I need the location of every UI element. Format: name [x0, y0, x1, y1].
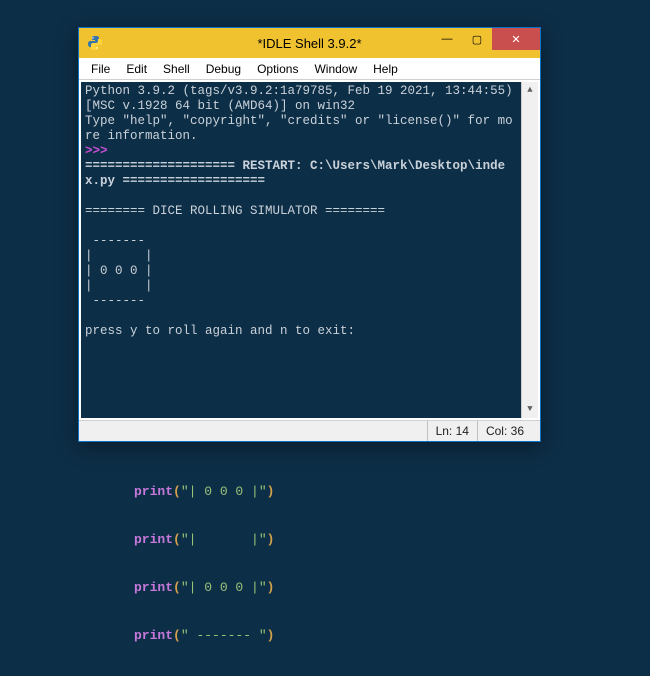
menu-help[interactable]: Help — [365, 60, 406, 78]
program-output: ======== DICE ROLLING SIMULATOR ========… — [85, 204, 385, 338]
vertical-scrollbar[interactable]: ▲ ▼ — [521, 82, 538, 418]
minimize-button[interactable]: — — [432, 28, 462, 50]
python-icon — [87, 35, 103, 51]
menu-window[interactable]: Window — [306, 60, 365, 78]
menu-file[interactable]: File — [83, 60, 118, 78]
status-column: Col: 36 — [477, 421, 532, 441]
statusbar: Ln: 14 Col: 36 — [79, 420, 540, 441]
close-button[interactable]: ✕ — [492, 28, 540, 50]
titlebar[interactable]: *IDLE Shell 3.9.2* — ▢ ✕ — [79, 28, 540, 58]
menu-options[interactable]: Options — [249, 60, 306, 78]
python-version-header: Python 3.9.2 (tags/v3.9.2:1a79785, Feb 1… — [85, 84, 520, 143]
menu-shell[interactable]: Shell — [155, 60, 198, 78]
menu-debug[interactable]: Debug — [198, 60, 249, 78]
maximize-button[interactable]: ▢ — [462, 28, 492, 50]
idle-shell-window: *IDLE Shell 3.9.2* — ▢ ✕ File Edit Shell… — [78, 27, 541, 442]
status-line: Ln: 14 — [427, 421, 477, 441]
scroll-up-icon[interactable]: ▲ — [527, 82, 532, 99]
menubar: File Edit Shell Debug Options Window Hel… — [79, 58, 540, 80]
restart-line: ==================== RESTART: C:\Users\M… — [85, 159, 505, 188]
scroll-down-icon[interactable]: ▼ — [527, 401, 532, 418]
shell-output[interactable]: Python 3.9.2 (tags/v3.9.2:1a79785, Feb 1… — [81, 82, 521, 418]
shell-prompt: >>> — [85, 144, 115, 158]
menu-edit[interactable]: Edit — [118, 60, 155, 78]
